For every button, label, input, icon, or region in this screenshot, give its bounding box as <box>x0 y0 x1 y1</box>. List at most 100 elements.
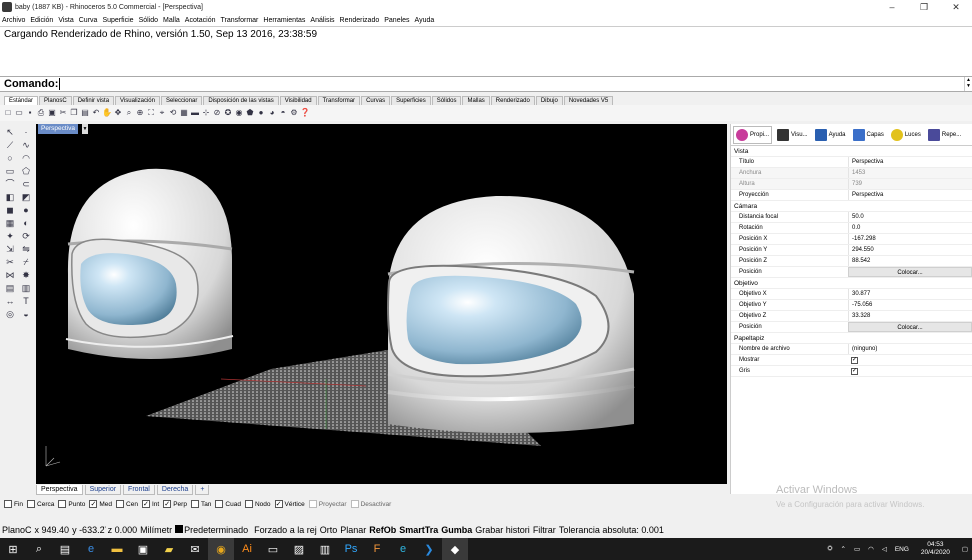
snap-med[interactable]: ✓ Med <box>89 500 112 508</box>
notifications-icon[interactable]: ▢ <box>962 545 968 553</box>
new-icon[interactable]: □ <box>3 108 13 118</box>
command-history[interactable]: Cargando Renderizado de Rhino, versión 1… <box>0 26 972 76</box>
illustrator-icon[interactable]: Ai <box>234 538 260 560</box>
tab-disposicion[interactable]: Disposición de las vistas <box>203 96 279 105</box>
language-indicator[interactable]: ENG <box>895 546 909 553</box>
menu-solido[interactable]: Sólido <box>139 17 158 24</box>
tab-superficies[interactable]: Superficies <box>391 96 431 105</box>
panel-tab-lights[interactable]: Luces <box>889 126 923 144</box>
analysis-icon[interactable]: ◎ <box>3 308 17 320</box>
menu-superficie[interactable]: Superficie <box>102 17 133 24</box>
tab-transformar[interactable]: Transformar <box>317 96 361 105</box>
search-icon[interactable]: ⌕ <box>26 538 52 560</box>
target-place-button[interactable]: Colocar... <box>848 322 972 332</box>
tab-derecha[interactable]: Derecha <box>156 485 194 495</box>
tab-perspectiva[interactable]: Perspectiva <box>36 485 83 495</box>
snap-checkbox[interactable] <box>244 500 253 508</box>
options-icon[interactable]: ⚙ <box>289 108 299 118</box>
minimize-button[interactable]: – <box>876 0 908 14</box>
snap-checkbox[interactable]: ✓ <box>141 500 150 508</box>
join-icon[interactable]: ⋈ <box>3 269 17 281</box>
menu-ayuda[interactable]: Ayuda <box>415 17 435 24</box>
tray-chevron-icon[interactable]: ⌃ <box>841 545 846 553</box>
panel-tab-help[interactable]: Ayuda <box>813 126 848 144</box>
menu-renderizado[interactable]: Renderizado <box>340 17 380 24</box>
dimension-icon[interactable]: ↔ <box>3 295 17 307</box>
curve-icon[interactable]: ∿ <box>19 139 33 151</box>
menu-transformar[interactable]: Transformar <box>221 17 259 24</box>
copy-icon[interactable]: ❐ <box>69 108 79 118</box>
car-icon[interactable]: ▬ <box>190 108 200 118</box>
snap-int[interactable]: ✓ Int <box>141 500 159 508</box>
windows-logo-icon[interactable]: ⊞ <box>0 538 26 560</box>
print-icon[interactable]: ⎙ <box>36 108 46 118</box>
point-icon[interactable]: · <box>19 126 33 138</box>
snap-cerca[interactable]: Cerca <box>27 500 54 508</box>
status-filter[interactable]: Filtrar <box>533 525 556 535</box>
snap-checkbox[interactable]: ✓ <box>274 500 283 508</box>
close-button[interactable]: ✕ <box>940 0 972 14</box>
mesh-icon[interactable]: ▦ <box>3 217 17 229</box>
text-icon[interactable]: T <box>19 295 33 307</box>
perspective-viewport[interactable]: Perspectiva ▼ <box>36 124 727 484</box>
store-icon[interactable]: ▣ <box>130 538 156 560</box>
undo-icon[interactable]: ↶ <box>91 108 101 118</box>
snap-checkbox[interactable]: ✓ <box>163 500 172 508</box>
viewport-menu-arrow[interactable]: ▼ <box>82 124 88 134</box>
tab-add[interactable]: + <box>195 485 210 495</box>
ungroup-icon[interactable]: ▥ <box>19 282 33 294</box>
snap-cuad[interactable]: Cuad <box>215 500 241 508</box>
mail-icon[interactable]: ✉ <box>182 538 208 560</box>
vscode-icon[interactable]: ❯ <box>416 538 442 560</box>
select-icon[interactable]: ⊹ <box>201 108 211 118</box>
sphere-icon[interactable]: ● <box>19 204 33 216</box>
menu-herramientas[interactable]: Herramientas <box>263 17 305 24</box>
film-icon[interactable]: ▥ <box>312 538 338 560</box>
cut-icon[interactable]: ✂ <box>58 108 68 118</box>
folder-app-icon[interactable]: F <box>364 538 390 560</box>
rectangle-icon[interactable]: ▭ <box>3 165 17 177</box>
panel-tab-layers[interactable]: Capas <box>851 126 886 144</box>
status-refobj[interactable]: RefOb <box>369 525 396 535</box>
battery-icon[interactable]: ▭ <box>854 545 860 553</box>
explorer-icon[interactable]: ▬ <box>104 538 130 560</box>
gray-wallpaper-checkbox[interactable]: ✓ <box>851 368 858 375</box>
people-icon[interactable]: ⛭ <box>827 545 832 553</box>
snap-checkbox[interactable] <box>350 500 359 508</box>
photos-icon[interactable]: ▨ <box>286 538 312 560</box>
clock[interactable]: 04:53 20/4/2020 <box>917 541 954 557</box>
move-icon[interactable]: ✥ <box>113 108 123 118</box>
tab-curvas[interactable]: Curvas <box>361 96 391 105</box>
viewport-title[interactable]: Perspectiva <box>38 124 78 134</box>
terminal-icon[interactable]: ▭ <box>260 538 286 560</box>
photoshop-icon[interactable]: Ps <box>338 538 364 560</box>
menu-edicion[interactable]: Edición <box>30 17 53 24</box>
circle-icon[interactable]: ○ <box>3 152 17 164</box>
sticky-icon[interactable]: ▰ <box>156 538 182 560</box>
snap-tan[interactable]: Tan <box>190 500 211 508</box>
render-preview-icon[interactable]: ◓ <box>278 108 288 118</box>
snap-desactivar[interactable]: Desactivar <box>350 500 391 508</box>
snap-checkbox[interactable] <box>58 500 67 508</box>
menu-analisis[interactable]: Análisis <box>310 17 334 24</box>
status-cplane[interactable]: PlanoC <box>2 525 32 535</box>
snap-checkbox[interactable] <box>116 500 125 508</box>
snap-perp[interactable]: ✓ Perp <box>163 500 187 508</box>
select-arrow-icon[interactable]: ↖ <box>3 126 17 138</box>
status-planar[interactable]: Planar <box>340 525 366 535</box>
panel-tab-properties[interactable]: Propi... <box>733 125 773 144</box>
menu-paneles[interactable]: Paneles <box>384 17 409 24</box>
tab-renderizado[interactable]: Renderizado <box>490 96 535 105</box>
task-view-icon[interactable]: ▤ <box>52 538 78 560</box>
projection-select[interactable]: Perspectiva <box>848 190 972 200</box>
render-tool-icon[interactable]: ◒ <box>19 308 33 320</box>
status-smarttrack[interactable]: SmartTra <box>399 525 438 535</box>
tab-seleccionar[interactable]: Seleccionar <box>160 96 203 105</box>
show-wallpaper-checkbox[interactable]: ✓ <box>851 357 858 364</box>
status-history[interactable]: Grabar histori <box>475 525 530 535</box>
zoom-window-icon[interactable]: ⊕ <box>135 108 145 118</box>
boolean-icon[interactable]: ◐ <box>19 217 33 229</box>
rhino-icon[interactable]: ◆ <box>442 538 468 560</box>
trim-icon[interactable]: ⌿ <box>19 256 33 268</box>
group-icon[interactable]: ▤ <box>3 282 17 294</box>
